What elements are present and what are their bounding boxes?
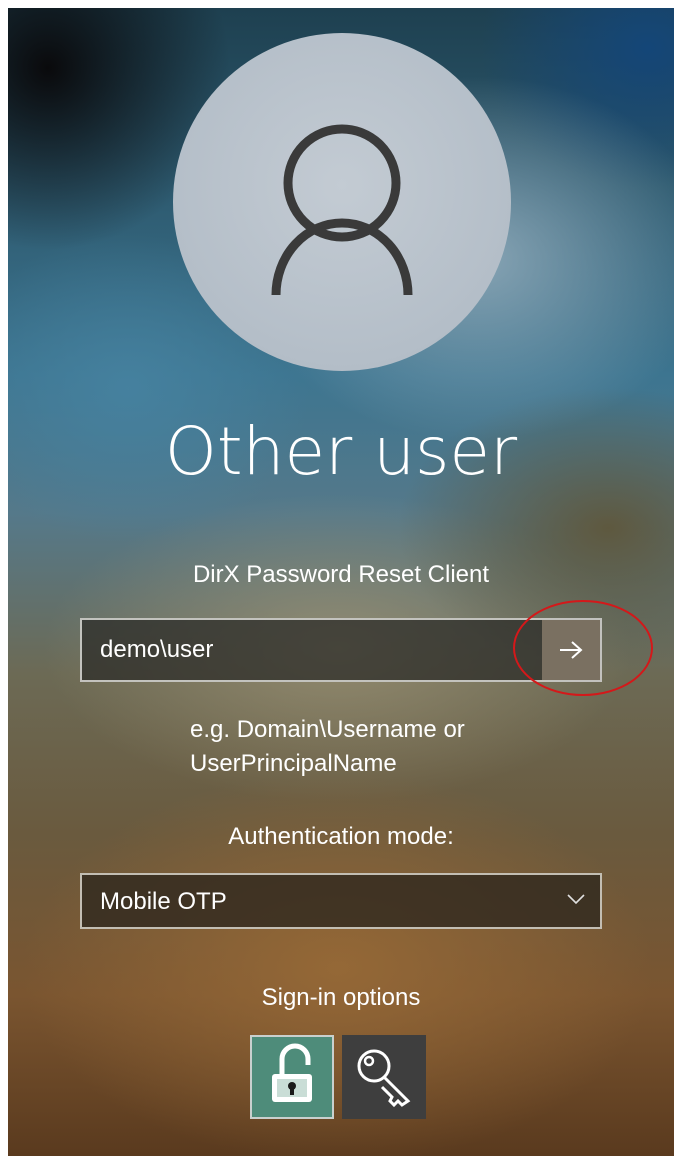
key-icon: [357, 1049, 411, 1108]
user-name-title: Other user: [164, 413, 518, 490]
username-input[interactable]: [82, 620, 544, 680]
signin-option-unlock[interactable]: [250, 1035, 334, 1119]
lock-screen: Other user DirX Password Reset Client e.…: [8, 8, 674, 1156]
person-icon: [271, 124, 413, 296]
highlight-annotation: [513, 600, 653, 696]
client-name: DirX Password Reset Client: [192, 561, 490, 588]
username-hint: e.g. Domain\Username or UserPrincipalNam…: [190, 713, 590, 781]
auth-mode-dropdown[interactable]: Mobile OTP: [80, 873, 602, 929]
chevron-down-icon: [567, 894, 585, 905]
signin-option-key[interactable]: [342, 1035, 426, 1119]
auth-mode-value: Mobile OTP: [100, 888, 227, 915]
signin-options-label: Sign-in options: [261, 984, 421, 1011]
auth-mode-label: Authentication mode:: [228, 823, 454, 850]
hint-line: e.g. Domain\Username or: [190, 716, 465, 743]
hint-line: UserPrincipalName: [190, 750, 397, 777]
unlock-icon: [272, 1043, 312, 1102]
user-avatar: [173, 33, 511, 371]
